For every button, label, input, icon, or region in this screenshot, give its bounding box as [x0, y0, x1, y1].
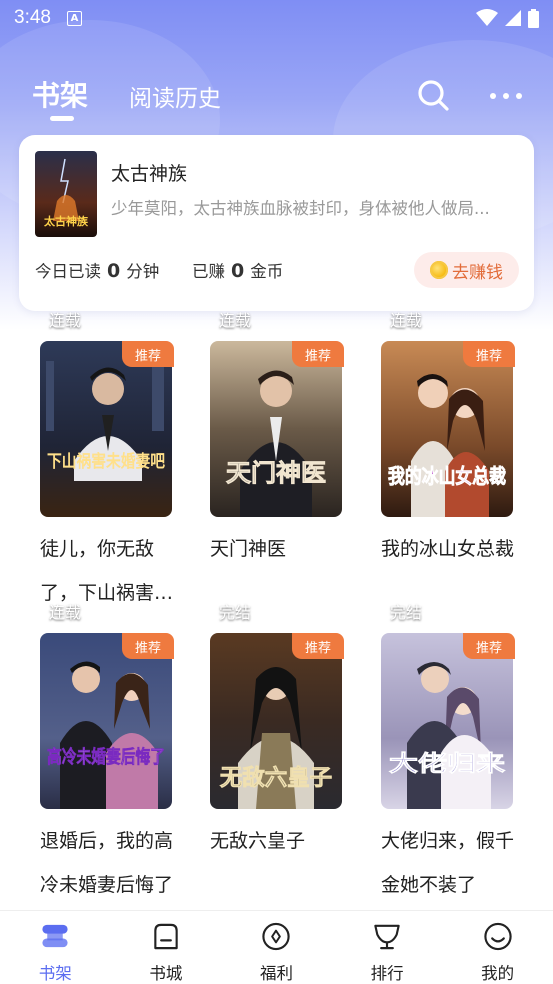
book-cover: 无敌六皇子 [210, 633, 342, 809]
earned-coins-stat: 已赚 0 金币 [192, 260, 284, 282]
notification-a-icon: A [66, 10, 82, 26]
trophy-icon [374, 924, 400, 950]
serial-status: 连载 [219, 311, 252, 330]
serial-status: 连载 [390, 311, 423, 330]
book-title: 无敌六皇子 [210, 830, 306, 852]
tab-bookshelf[interactable]: 书架 [32, 74, 88, 114]
svg-text:高冷未婚妻后悔了: 高冷未婚妻后悔了 [47, 746, 165, 768]
recent-book-description: 少年莫阳，太古神族血脉被封印，身体被他人做局... [111, 199, 490, 218]
top-header: 书架 阅读历史 [0, 70, 553, 124]
tab-reading-history[interactable]: 阅读历史 [129, 79, 221, 113]
status-bar: 3:48 A [0, 0, 553, 36]
nav-bookshelf[interactable]: 书架 [0, 911, 111, 984]
recommend-badge: 推荐 [463, 341, 515, 367]
today-read-stat: 今日已读 0 分钟 [35, 260, 160, 282]
book-cover: 天门神医 [210, 341, 342, 517]
recommend-badge: 推荐 [122, 633, 174, 659]
svg-text:无敌六皇子: 无敌六皇子 [220, 765, 332, 791]
bookstore-icon [154, 923, 178, 950]
serial-status: 完结 [219, 603, 252, 622]
svg-text:太古神族: 太古神族 [43, 214, 89, 228]
book-cover: 大佬归来 [381, 633, 513, 809]
nav-welfare[interactable]: 福利 [221, 911, 332, 984]
profile-icon [484, 922, 512, 951]
book-cover: 我的冰山女总裁 [381, 341, 513, 517]
nav-bookstore[interactable]: 书城 [111, 911, 222, 984]
more-horizontal-icon [490, 93, 522, 99]
nav-profile[interactable]: 我的 [442, 911, 553, 984]
recommend-badge: 推荐 [122, 341, 174, 367]
recommend-badge: 推荐 [463, 633, 515, 659]
active-tab-indicator [50, 116, 74, 121]
recent-book-title: 太古神族 [111, 163, 188, 185]
today-read-minutes: 0 [107, 260, 121, 282]
earn-money-button[interactable]: 去赚钱 [414, 252, 519, 288]
coin-icon [430, 261, 448, 279]
book-cover: 高冷未婚妻后悔了 [40, 633, 172, 809]
book-title: 天门神医 [210, 538, 287, 560]
earned-coins-value: 0 [231, 260, 245, 282]
serial-status: 连载 [49, 603, 82, 622]
svg-text:下山祸害未婚妻吧: 下山祸害未婚妻吧 [47, 451, 165, 472]
book-cover: 太古神族 [35, 151, 97, 237]
book-title: 大佬归来，假千金她不装了 [381, 830, 515, 896]
battery-icon [528, 8, 539, 28]
svg-text:我的冰山女总裁: 我的冰山女总裁 [388, 464, 506, 488]
bookshelf-icon [42, 924, 68, 948]
bottom-navigation: 书架 书城 福利 排行 我的 [0, 910, 553, 984]
search-icon [418, 80, 449, 111]
svg-text:大佬归来: 大佬归来 [389, 751, 506, 777]
book-cover: 下山祸害未婚妻吧 [40, 341, 172, 517]
recent-reading-card[interactable]: 太古神族 太古神族 少年莫阳，太古神族血脉被封印，身体被他人做局... 今日已读… [19, 135, 534, 311]
nav-ranking[interactable]: 排行 [332, 911, 443, 984]
recommend-badge: 推荐 [292, 633, 344, 659]
status-time: 3:48 [14, 7, 51, 28]
search-button[interactable] [414, 76, 454, 116]
more-button[interactable] [487, 82, 527, 110]
wifi-icon [476, 9, 498, 26]
book-title: 退婚后，我的高冷未婚妻后悔了 [40, 830, 174, 896]
book-title: 我的冰山女总裁 [381, 538, 515, 560]
welfare-icon [262, 922, 291, 951]
serial-status: 连载 [49, 311, 82, 330]
signal-icon [505, 10, 521, 26]
svg-text:天门神医: 天门神医 [226, 458, 326, 487]
recommend-badge: 推荐 [292, 341, 344, 367]
serial-status: 完结 [390, 603, 423, 622]
